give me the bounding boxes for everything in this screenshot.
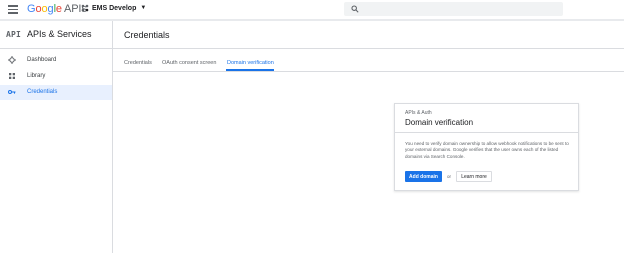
sidebar-item-credentials[interactable]: Credentials [0,85,112,100]
google-apis-logo[interactable]: Google APIs [27,3,87,15]
top-app-bar: Google APIs EMS Develop ▼ [0,0,624,20]
sidebar-item-label: Library [27,73,46,79]
project-dots-icon [81,4,89,12]
tab-domain-verification[interactable]: Domain verification [227,60,274,66]
card-title: Domain verification [405,118,474,127]
sidebar-header: API APIs & Services [0,21,112,49]
library-icon [9,73,15,79]
key-icon [8,90,16,94]
dashboard-icon [8,56,16,64]
hamburger-menu-icon[interactable] [8,5,18,14]
sidebar-item-library[interactable]: Library [0,69,112,84]
sidebar: API APIs & Services Dashboard Library Cr… [0,21,113,253]
page-title: Credentials [124,30,170,40]
or-separator: or [447,174,452,179]
header-divider [113,48,624,49]
card-description: You need to verify domain ownership to a… [405,141,569,159]
sidebar-title: APIs & Services [27,29,92,39]
tabs-divider [113,71,624,72]
domain-verification-card: APIs & Auth Domain verification You need… [394,103,579,191]
search-input[interactable] [344,2,563,16]
project-selector[interactable]: EMS Develop ▼ [81,4,146,12]
sidebar-item-dashboard[interactable]: Dashboard [0,53,112,68]
learn-more-button[interactable]: Learn more [456,171,492,182]
add-domain-button[interactable]: Add domain [405,171,442,182]
card-kicker: APIs & Auth [405,110,432,116]
sidebar-item-label: Dashboard [27,57,57,63]
tab-oauth-consent-screen[interactable]: OAuth consent screen [162,60,216,66]
api-badge: API [6,30,22,39]
sidebar-item-label: Credentials [27,89,58,95]
card-divider [395,132,578,133]
project-name: EMS Develop [92,4,137,12]
search-icon [351,5,359,13]
caret-down-icon: ▼ [140,5,147,11]
tab-credentials[interactable]: Credentials [124,60,152,66]
